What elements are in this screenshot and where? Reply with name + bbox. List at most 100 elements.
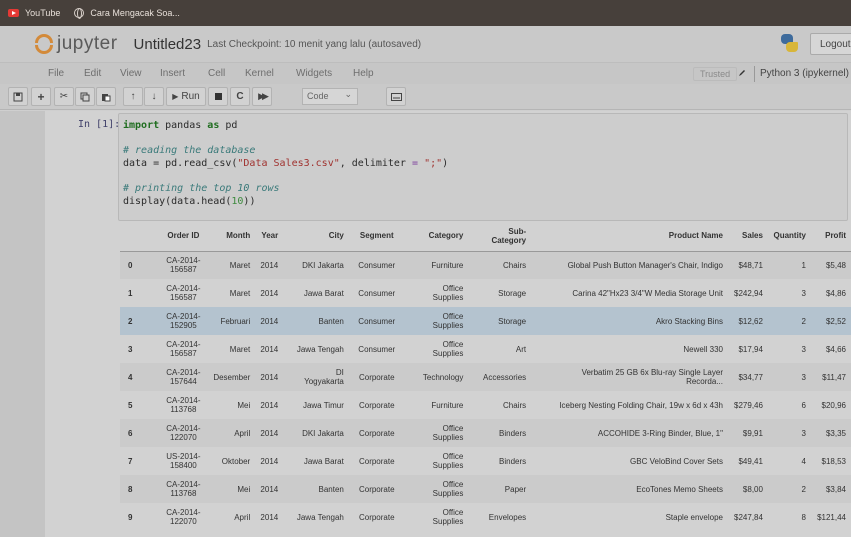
cell-segment: Corporate [348,363,405,391]
cell-month: Mei [207,475,256,503]
cell-segment: Corporate [348,503,405,531]
cell-category: Furniture [404,251,469,279]
cell-index: 2 [120,307,160,335]
menu-widgets[interactable]: Widgets [296,68,332,79]
cell-sub-category: Art [468,335,532,363]
move-down-button[interactable]: ↓ [144,87,164,106]
jupyter-header: jupyter Untitled23 Last Checkpoint: 10 m… [0,26,851,62]
table-row: 8 CA-2014- 113768 Mei 2014 Banten Corporate Off… [120,475,851,503]
scissors-icon: ✂ [59,91,69,102]
menu-view[interactable]: View [120,68,142,79]
cell-sub-category: Envelopes [468,503,532,531]
cell-order-id: CA-2014- 156587 [159,335,208,363]
cell-order-id: CA-2014- 122070 [159,419,208,447]
cell-product-name: GBC VeloBind Cover Sets [531,447,728,475]
trusted-indicator[interactable]: Trusted [693,67,738,81]
cell-sub-category: Binders [468,447,532,475]
table-row: 1 CA-2014- 156587 Maret 2014 Jawa Barat Consum… [120,279,851,307]
cell-quantity: 1 [767,251,811,279]
column-header-profit: Profit [810,221,851,252]
cell-category: Technology [404,363,469,391]
save-icon [13,92,23,101]
cell-product-name: Newell 330 [531,335,728,363]
cell-type-select[interactable]: Code [302,87,358,105]
pencil-icon[interactable] [738,69,746,77]
menu-insert[interactable]: Insert [160,68,185,79]
cell-sub-category: Accessories [468,363,532,391]
cell-city: Jawa Tengah [283,503,349,531]
interrupt-button[interactable] [208,87,228,106]
cell-quantity: 2 [767,475,811,503]
table-row: 2 CA-2014- 152905 Februari 2014 Banten Consume… [120,307,851,335]
cell-profit: $3,35 [810,419,851,447]
cell-sub-category: Paper [468,475,532,503]
menu-file[interactable]: File [48,68,64,79]
cell-segment: Consumer [348,335,405,363]
insert-cell-button[interactable]: + [31,87,51,106]
code-comment-2: # printing the top 10 rows [123,183,280,194]
bookmark-cara-mengacak[interactable]: Cara Mengacak Soa... [74,8,180,19]
cell-product-name: EcoTones Memo Sheets [531,475,728,503]
cell-category: Office Supplies [404,335,469,363]
paste-button[interactable] [96,87,116,106]
notebook-title[interactable]: Untitled23 [134,36,202,53]
logout-button[interactable]: Logout [810,33,851,55]
cell-index: 6 [120,419,160,447]
restart-run-all-button[interactable]: ▶▶ [252,87,272,106]
menu-kernel[interactable]: Kernel [245,68,274,79]
cut-button[interactable]: ✂ [54,87,74,106]
restart-icon: C [236,91,244,102]
checkpoint-status: Last Checkpoint: 10 menit yang lalu (aut… [207,38,422,50]
cell-city: Jawa Barat [283,279,349,307]
menu-edit[interactable]: Edit [84,68,101,79]
cell-sales: $48,71 [727,251,768,279]
menu-help[interactable]: Help [353,68,374,79]
column-header-year: Year [255,221,284,252]
cell-year: 2014 [255,475,284,503]
cell-quantity: 6 [767,391,811,419]
bookmark-label: Cara Mengacak Soa... [90,8,180,18]
cell-profit: $2,52 [810,307,851,335]
cell-index: 9 [120,503,160,531]
cell-sub-category: Storage [468,307,532,335]
cell-city: DKI Jakarta [283,419,349,447]
run-button[interactable]: ▶ Run [166,87,206,106]
table-row: 5 CA-2014- 113768 Mei 2014 Jawa Timur Corporat… [120,391,851,419]
cell-month: Oktober [207,447,256,475]
cell-product-name: Carina 42"Hx23 3/4"W Media Storage Unit [531,279,728,307]
cell-month: Maret [207,335,256,363]
cell-order-id: CA-2014- 122070 [159,503,208,531]
cell-order-id: CA-2014- 152905 [159,307,208,335]
move-up-button[interactable]: ↑ [123,87,143,106]
copy-button[interactable] [75,87,95,106]
cell-city: Banten [283,475,349,503]
cell-month: Mei [207,391,256,419]
cell-category: Office Supplies [404,419,469,447]
cell-month: Februari [207,307,256,335]
cell-city: Banten [283,307,349,335]
command-palette-button[interactable] [386,87,406,106]
table-row: 0 CA-2014- 156587 Maret 2014 DKI Jakarta Consu… [120,251,851,279]
bookmark-youtube[interactable]: YouTube [8,8,60,18]
save-button[interactable] [8,87,28,106]
cell-order-id: CA-2014- 156587 [159,279,208,307]
cell-segment: Consumer [348,279,405,307]
menu-bar: File Edit View Insert Cell Kernel Widget… [0,62,851,84]
copy-icon [80,92,90,101]
restart-button[interactable]: C [230,87,250,106]
jupyter-logo[interactable]: jupyter [34,33,118,55]
cell-profit: $4,66 [810,335,851,363]
table-row: 9 CA-2014- 122070 April 2014 Jawa Tengah Corpo… [120,503,851,531]
cell-sub-category: Chairs [468,391,532,419]
column-header-month: Month [207,221,256,252]
jupyter-logo-icon [34,33,54,55]
code-cell[interactable]: import pandas as pd # reading the databa… [118,113,848,221]
column-header-product-name: Product Name [531,221,728,252]
kernel-indicator[interactable]: Python 3 (ipykernel) [754,66,849,82]
arrow-down-icon: ↓ [151,91,157,102]
bookmarks-bar: YouTube Cara Mengacak Soa... [0,0,851,26]
cell-segment: Corporate [348,419,405,447]
cell-product-name: Staple envelope [531,503,728,531]
cell-year: 2014 [255,251,284,279]
menu-cell[interactable]: Cell [208,68,225,79]
